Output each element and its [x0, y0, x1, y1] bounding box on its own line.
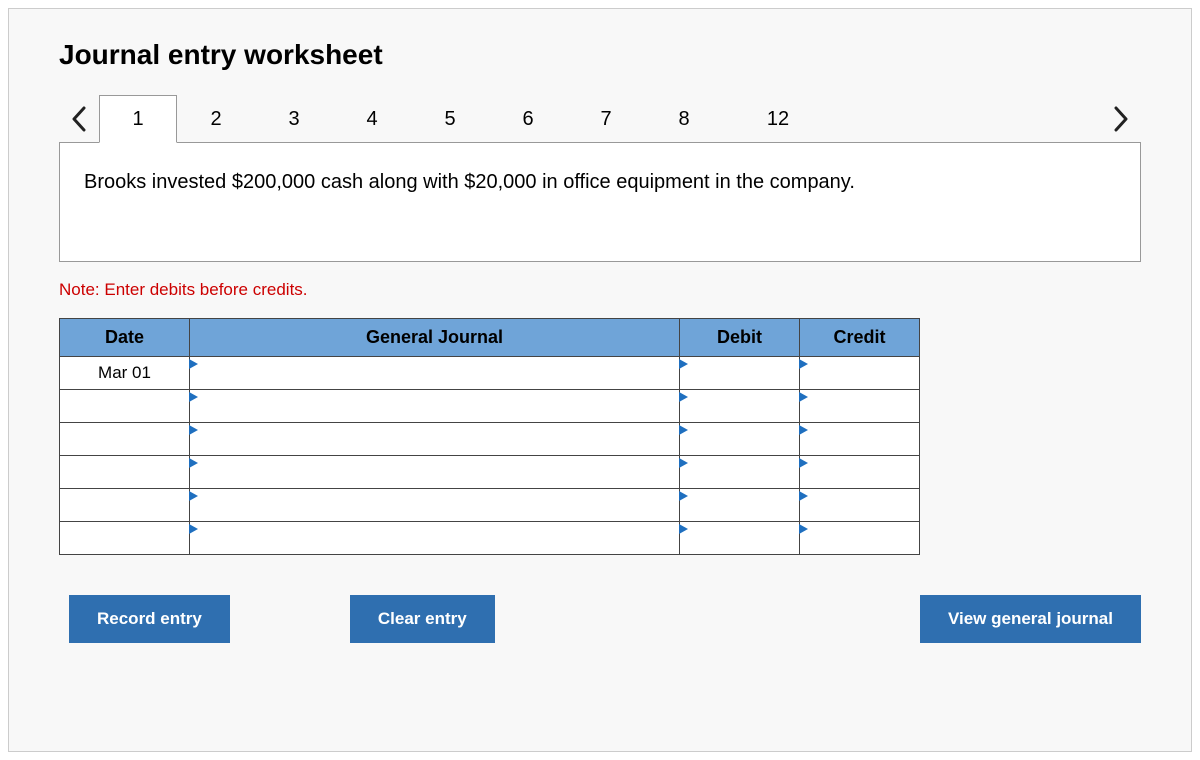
credit-cell[interactable]	[800, 390, 920, 423]
credit-cell[interactable]	[800, 456, 920, 489]
header-journal: General Journal	[190, 319, 680, 357]
journal-cell[interactable]	[190, 456, 680, 489]
worksheet-container: Journal entry worksheet 1 2 3 4 5 6 7 8 …	[8, 8, 1192, 752]
date-cell[interactable]	[60, 423, 190, 456]
table-row	[60, 489, 920, 522]
credit-cell[interactable]	[800, 522, 920, 555]
tab-8[interactable]: 8	[645, 95, 723, 143]
tab-4[interactable]: 4	[333, 95, 411, 143]
prev-tab-button[interactable]	[59, 99, 99, 139]
date-cell[interactable]	[60, 390, 190, 423]
journal-cell[interactable]	[190, 489, 680, 522]
journal-cell[interactable]	[190, 390, 680, 423]
tab-list: 1 2 3 4 5 6 7 8 12	[99, 95, 1101, 143]
date-cell[interactable]: Mar 01	[60, 357, 190, 390]
credit-cell[interactable]	[800, 489, 920, 522]
table-row	[60, 390, 920, 423]
date-cell[interactable]	[60, 456, 190, 489]
record-entry-button[interactable]: Record entry	[69, 595, 230, 643]
table-row	[60, 456, 920, 489]
table-row	[60, 423, 920, 456]
table-row: Mar 01	[60, 357, 920, 390]
tab-2[interactable]: 2	[177, 95, 255, 143]
debit-cell[interactable]	[680, 522, 800, 555]
journal-cell[interactable]	[190, 423, 680, 456]
date-cell[interactable]	[60, 522, 190, 555]
next-tab-button[interactable]	[1101, 99, 1141, 139]
debit-cell[interactable]	[680, 390, 800, 423]
tab-5[interactable]: 5	[411, 95, 489, 143]
tab-12[interactable]: 12	[723, 95, 833, 143]
journal-cell[interactable]	[190, 522, 680, 555]
chevron-right-icon	[1113, 106, 1129, 132]
action-buttons: Record entry Clear entry View general jo…	[59, 595, 1141, 643]
debit-cell[interactable]	[680, 357, 800, 390]
header-debit: Debit	[680, 319, 800, 357]
clear-entry-button[interactable]: Clear entry	[350, 595, 495, 643]
tab-6[interactable]: 6	[489, 95, 567, 143]
view-general-journal-button[interactable]: View general journal	[920, 595, 1141, 643]
credit-cell[interactable]	[800, 423, 920, 456]
tab-navigation: 1 2 3 4 5 6 7 8 12	[59, 95, 1141, 143]
credit-cell[interactable]	[800, 357, 920, 390]
date-cell[interactable]	[60, 489, 190, 522]
instruction-note: Note: Enter debits before credits.	[59, 280, 1141, 300]
tab-1[interactable]: 1	[99, 95, 177, 143]
journal-entry-table: Date General Journal Debit Credit Mar 01	[59, 318, 920, 555]
prompt-text: Brooks invested $200,000 cash along with…	[84, 171, 855, 193]
debit-cell[interactable]	[680, 423, 800, 456]
debit-cell[interactable]	[680, 489, 800, 522]
chevron-left-icon	[71, 106, 87, 132]
journal-cell[interactable]	[190, 357, 680, 390]
header-date: Date	[60, 319, 190, 357]
debit-cell[interactable]	[680, 456, 800, 489]
tab-3[interactable]: 3	[255, 95, 333, 143]
page-title: Journal entry worksheet	[59, 39, 1141, 71]
header-credit: Credit	[800, 319, 920, 357]
table-row	[60, 522, 920, 555]
table-header-row: Date General Journal Debit Credit	[60, 319, 920, 357]
transaction-prompt: Brooks invested $200,000 cash along with…	[59, 142, 1141, 262]
tab-7[interactable]: 7	[567, 95, 645, 143]
